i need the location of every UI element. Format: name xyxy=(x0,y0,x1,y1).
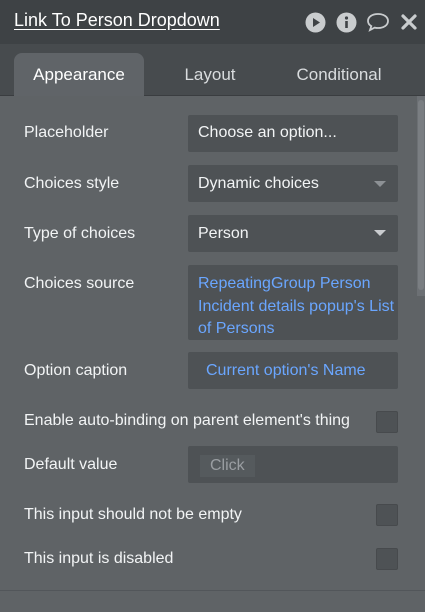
not-empty-label: This input should not be empty xyxy=(24,506,242,523)
default-value-placeholder[interactable]: Click xyxy=(200,455,255,477)
info-icon[interactable] xyxy=(335,11,357,33)
close-icon[interactable] xyxy=(398,11,420,33)
option-caption-label: Option caption xyxy=(24,362,128,379)
option-caption-expression[interactable]: Current option's Name xyxy=(188,352,398,389)
comment-icon[interactable] xyxy=(366,11,390,33)
chevron-down-icon xyxy=(374,181,386,187)
scrollbar-thumb[interactable] xyxy=(418,100,424,290)
choices-source-line: Incident details popup's List xyxy=(198,298,395,315)
placeholder-value: Choose an option... xyxy=(198,124,337,141)
tab-conditional[interactable]: Conditional xyxy=(280,53,398,97)
type-of-choices-label: Type of choices xyxy=(24,225,136,242)
type-of-choices-dropdown[interactable]: Person xyxy=(188,215,398,252)
choices-style-label: Choices style xyxy=(24,175,120,192)
panel-divider xyxy=(0,590,425,591)
type-of-choices-value: Person xyxy=(198,225,249,242)
choices-style-value: Dynamic choices xyxy=(198,175,319,192)
auto-binding-label: Enable auto-binding on parent element's … xyxy=(24,412,350,429)
choices-source-line: RepeatingGroup Person xyxy=(198,275,371,292)
play-icon[interactable] xyxy=(304,11,326,33)
element-title[interactable]: Link To Person Dropdown xyxy=(14,10,220,31)
tab-bar: Appearance Layout Conditional xyxy=(0,44,425,97)
choices-style-dropdown[interactable]: Dynamic choices xyxy=(188,165,398,202)
disabled-checkbox[interactable] xyxy=(376,548,398,570)
chevron-down-icon xyxy=(374,230,386,236)
auto-binding-checkbox[interactable] xyxy=(376,411,398,433)
choices-source-label: Choices source xyxy=(24,275,135,292)
tab-layout[interactable]: Layout xyxy=(160,53,260,97)
not-empty-checkbox[interactable] xyxy=(376,504,398,526)
default-value-label: Default value xyxy=(24,456,118,473)
tab-appearance[interactable]: Appearance xyxy=(14,53,144,97)
placeholder-label: Placeholder xyxy=(24,124,109,141)
placeholder-input[interactable]: Choose an option... xyxy=(188,115,398,152)
choices-source-expression[interactable]: RepeatingGroup Person Incident details p… xyxy=(188,265,398,340)
title-bar: Link To Person Dropdown xyxy=(0,0,425,44)
choices-source-line: of Persons xyxy=(198,320,275,337)
option-caption-value: Current option's Name xyxy=(206,362,366,379)
disabled-label: This input is disabled xyxy=(24,550,174,567)
